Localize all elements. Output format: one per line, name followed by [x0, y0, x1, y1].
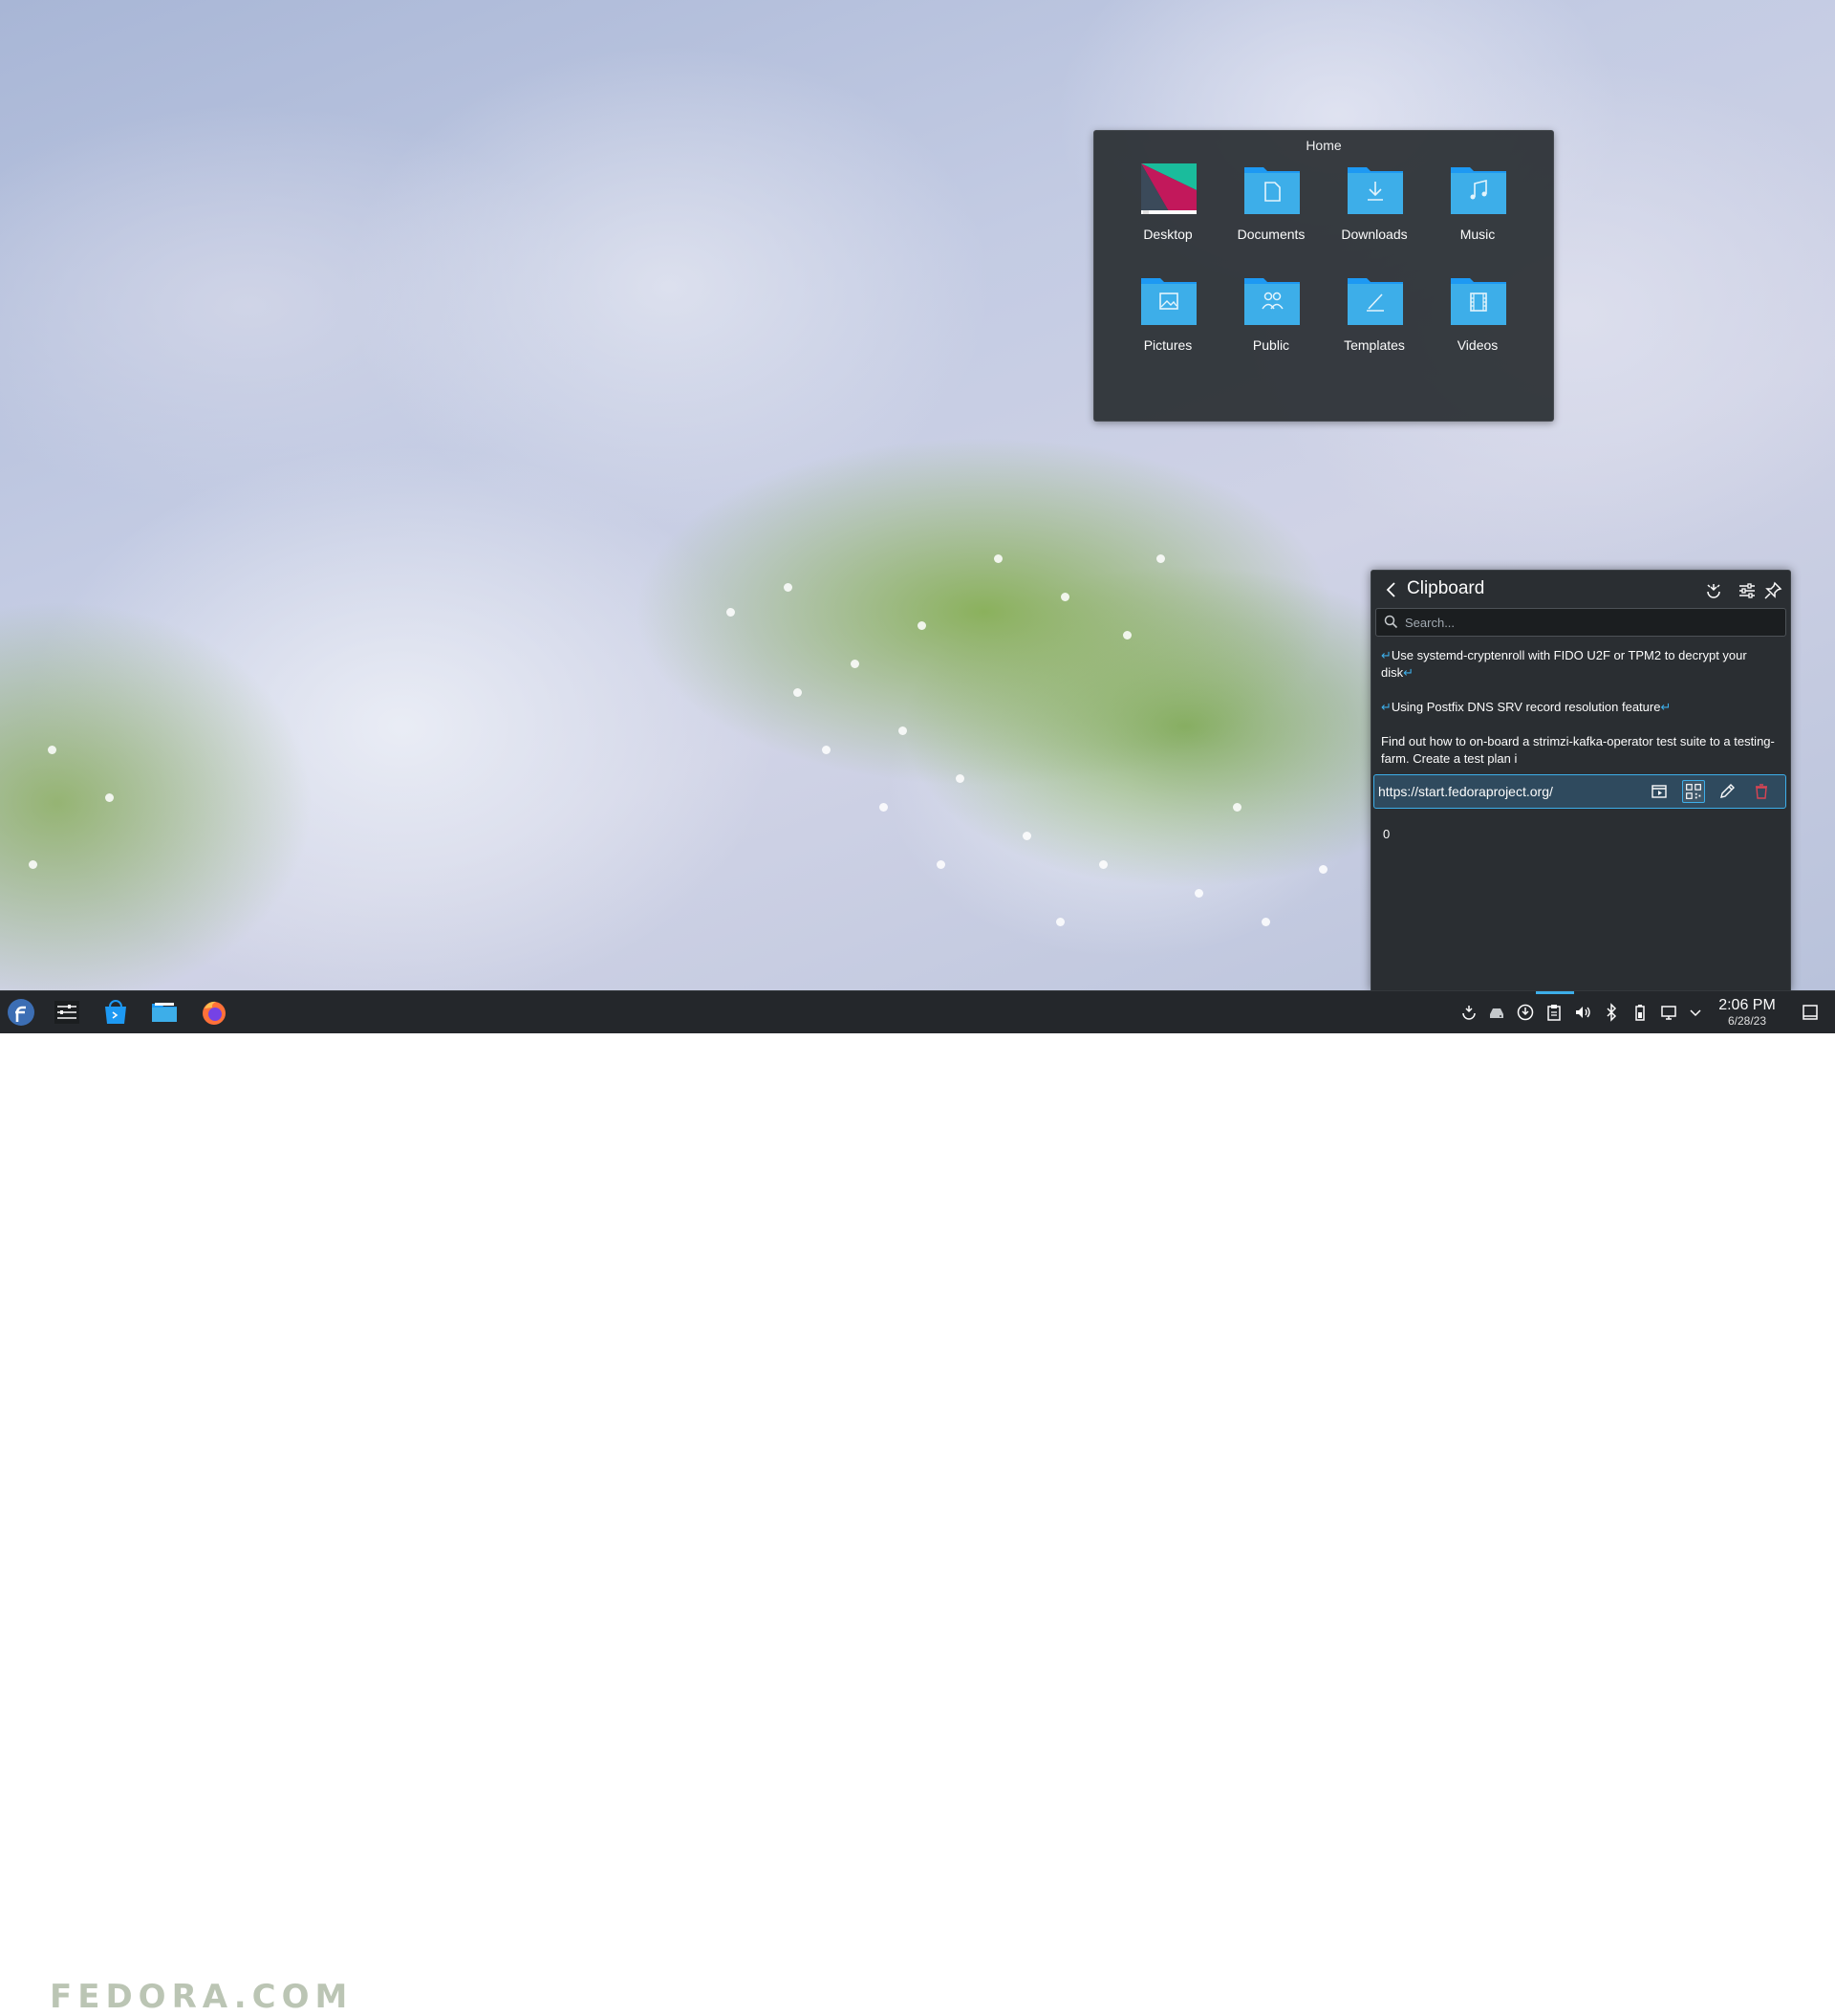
- qr-code-button[interactable]: [1682, 780, 1705, 803]
- configure-actions-icon[interactable]: [1702, 579, 1725, 602]
- settings-icon[interactable]: [1736, 579, 1759, 602]
- clipboard-header: Clipboard: [1371, 571, 1790, 611]
- chevron-down-icon[interactable]: [1686, 1003, 1705, 1022]
- folder-item-desktop[interactable]: Desktop: [1116, 163, 1220, 259]
- home-folder-view-widget: Home Desktop Documents Downloads Music P…: [1093, 130, 1554, 422]
- return-symbol-icon: ↵: [1381, 648, 1392, 662]
- folder-item-videos[interactable]: Videos: [1426, 274, 1529, 370]
- folder-label: Documents: [1237, 227, 1306, 242]
- folder-item-documents[interactable]: Documents: [1220, 163, 1323, 259]
- clipboard-popup: Clipboard ↵Use systemd-cryptenroll with …: [1371, 570, 1791, 991]
- folder-label: Templates: [1344, 337, 1405, 353]
- clipboard-entry-text: Use systemd-cryptenroll with FIDO U2F or…: [1381, 648, 1747, 680]
- folder-label: Videos: [1457, 337, 1499, 353]
- videos-folder-icon: [1451, 278, 1506, 325]
- clock-time: 2:06 PM: [1718, 997, 1776, 1013]
- network-icon[interactable]: [1659, 1003, 1678, 1022]
- templates-folder-icon: [1348, 278, 1403, 325]
- edit-icon[interactable]: [1716, 780, 1738, 803]
- documents-folder-icon: [1244, 167, 1300, 214]
- downloads-folder-icon: [1348, 167, 1403, 214]
- folder-item-templates[interactable]: Templates: [1323, 274, 1426, 370]
- firefox-icon[interactable]: [199, 997, 229, 1028]
- updates-icon[interactable]: [1516, 1003, 1535, 1022]
- clipboard-entry-text[interactable]: 0: [1383, 827, 1390, 841]
- pin-icon[interactable]: [1761, 579, 1784, 602]
- clipboard-entry-text: Using Postfix DNS SRV record resolution …: [1391, 700, 1661, 714]
- clipboard-entry[interactable]: ↵Use systemd-cryptenroll with FIDO U2F o…: [1375, 647, 1786, 682]
- clipboard-entry-text: https://start.fedoraproject.org/: [1378, 784, 1553, 799]
- pictures-folder-icon: [1141, 278, 1197, 325]
- desktop-icon: [1141, 163, 1197, 214]
- return-symbol-icon: ↵: [1381, 700, 1392, 714]
- clipboard-entry[interactable]: Find out how to on-board a strimzi-kafka…: [1375, 733, 1786, 768]
- folder-item-pictures[interactable]: Pictures: [1116, 274, 1220, 370]
- digital-clock[interactable]: 2:06 PM 6/28/23: [1709, 997, 1785, 1028]
- clipboard-entry-selected[interactable]: https://start.fedoraproject.org/: [1373, 774, 1786, 809]
- active-tray-indicator: [1536, 991, 1574, 994]
- clipboard-search-field[interactable]: [1375, 608, 1786, 637]
- bluetooth-icon[interactable]: [1602, 1003, 1621, 1022]
- music-folder-icon: [1451, 167, 1506, 214]
- battery-icon[interactable]: [1630, 1003, 1650, 1022]
- clipboard-search-input[interactable]: [1401, 615, 1785, 630]
- clipboard-title: Clipboard: [1407, 578, 1485, 598]
- back-arrow-icon[interactable]: [1381, 579, 1402, 600]
- qr-code-icon: [1686, 784, 1701, 799]
- discover-store-icon[interactable]: [100, 997, 131, 1028]
- folder-view-title: Home: [1306, 138, 1342, 153]
- watermark-text: FEDORA.COM: [50, 1978, 354, 2016]
- clipboard-configure-tray-icon[interactable]: [1459, 1003, 1479, 1022]
- invoke-action-icon[interactable]: [1648, 780, 1671, 803]
- system-settings-icon[interactable]: [52, 997, 82, 1028]
- folder-label: Pictures: [1143, 337, 1193, 353]
- return-symbol-icon: ↵: [1660, 700, 1672, 714]
- clipboard-entry[interactable]: ↵Using Postfix DNS SRV record resolution…: [1375, 699, 1786, 716]
- volume-icon[interactable]: [1573, 1003, 1592, 1022]
- clipboard-entry-text: Find out how to on-board a strimzi-kafka…: [1381, 734, 1775, 766]
- folder-label: Downloads: [1341, 227, 1408, 242]
- folder-label: Music: [1459, 227, 1496, 242]
- folder-label: Public: [1252, 337, 1290, 353]
- clipboard-icon[interactable]: [1544, 1003, 1564, 1022]
- return-symbol-icon: ↵: [1403, 665, 1414, 680]
- folder-item-downloads[interactable]: Downloads: [1323, 163, 1426, 259]
- folder-label: Desktop: [1143, 227, 1193, 242]
- fedora-launcher-icon[interactable]: [6, 997, 36, 1028]
- file-manager-icon[interactable]: [149, 997, 180, 1028]
- folder-item-public[interactable]: Public: [1220, 274, 1323, 370]
- clock-date: 6/28/23: [1727, 1014, 1767, 1028]
- folder-item-music[interactable]: Music: [1426, 163, 1529, 259]
- taskbar-panel: FEDORA.COM 2:06 PM 6/28/23: [0, 990, 1835, 2016]
- show-desktop-icon[interactable]: [1801, 1003, 1820, 1022]
- public-folder-icon: [1244, 278, 1300, 325]
- drive-icon[interactable]: [1487, 1003, 1506, 1022]
- delete-icon[interactable]: [1750, 780, 1773, 803]
- search-icon: [1384, 615, 1398, 629]
